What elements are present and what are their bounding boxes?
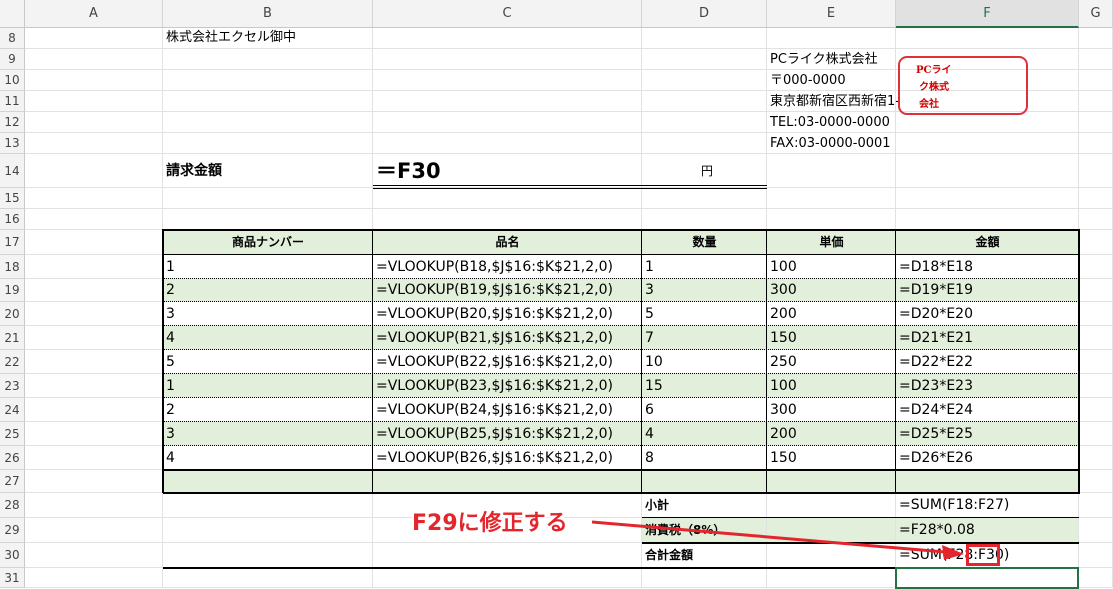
annotation-arrow (591, 520, 964, 560)
annotation-text: F29に修正する (412, 511, 568, 536)
spreadsheet: A B C D E F G 8 9 10 11 12 13 14 15 16 17 18 19 20 21 22 23 24 2… (0, 0, 1113, 589)
arrow-shaft (591, 520, 946, 554)
arrow-head (942, 545, 964, 560)
